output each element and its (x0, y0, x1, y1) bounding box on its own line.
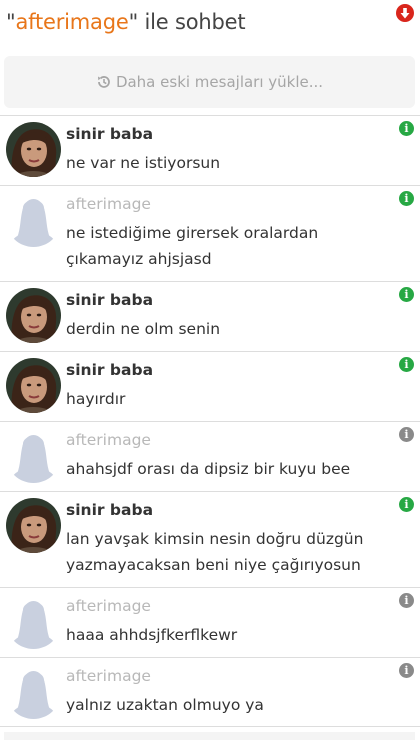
message-text: ne istediğime girersek oralardan çıkamay… (66, 224, 319, 268)
info-icon[interactable]: i (399, 593, 414, 608)
chat-header: "afterimage" ile sohbet (0, 0, 420, 50)
message-text: yalnız uzaktan olmuyo ya (66, 696, 264, 714)
title-suffix: ile sohbet (138, 10, 246, 34)
message-composer-edge (4, 732, 415, 740)
scroll-down-button[interactable] (396, 4, 414, 22)
partner-username-link[interactable]: afterimage (15, 10, 128, 34)
info-icon[interactable]: i (399, 121, 414, 136)
info-icon[interactable]: i (399, 663, 414, 678)
load-older-label: Daha eski mesajları yükle... (115, 73, 324, 91)
page-title: "afterimage" ile sohbet (6, 10, 246, 34)
message-text: haaa ahhdsjfkerflkewr (66, 626, 238, 644)
title-quote-close: " (128, 10, 139, 34)
default-avatar-icon[interactable] (6, 192, 61, 247)
message-username[interactable]: afterimage (66, 597, 151, 615)
message-row: afterimage ne istediğime girersek oralard… (0, 185, 420, 281)
message-username[interactable]: afterimage (66, 195, 151, 213)
avatar[interactable] (6, 358, 61, 413)
load-older-messages-button[interactable]: Daha eski mesajları yükle... (4, 56, 415, 108)
message-row: afterimage ahahsjdf orası da dipsiz bir k… (0, 421, 420, 491)
info-icon[interactable]: i (399, 497, 414, 512)
message-username[interactable]: sinir baba (66, 361, 153, 379)
message-text: derdin ne olm senin (66, 320, 221, 338)
message-text: ne var ne istiyorsun (66, 154, 221, 172)
message-username[interactable]: afterimage (66, 431, 151, 449)
info-icon[interactable]: i (399, 427, 414, 442)
message-row: sinir baba ne var ne istiyorsun i (0, 115, 420, 185)
message-row: sinir baba derdin ne olm senin i (0, 281, 420, 351)
message-row: afterimage haaa ahhdsjfkerflkewr i (0, 587, 420, 657)
message-username[interactable]: afterimage (66, 667, 151, 685)
default-avatar-icon[interactable] (6, 664, 61, 719)
info-icon[interactable]: i (399, 191, 414, 206)
info-icon[interactable]: i (399, 357, 414, 372)
avatar[interactable] (6, 288, 61, 343)
default-avatar-icon[interactable] (6, 428, 61, 483)
message-username[interactable]: sinir baba (66, 291, 153, 309)
history-icon (97, 76, 110, 88)
avatar[interactable] (6, 122, 61, 177)
avatar[interactable] (6, 498, 61, 553)
message-row: sinir baba lan yavşak kimsin nesin doğru … (0, 491, 420, 587)
info-icon[interactable]: i (399, 287, 414, 302)
message-list: sinir baba ne var ne istiyorsun i afterima… (0, 115, 420, 727)
message-username[interactable]: sinir baba (66, 501, 153, 519)
message-username[interactable]: sinir baba (66, 125, 153, 143)
message-row: sinir baba hayırdır i (0, 351, 420, 421)
default-avatar-icon[interactable] (6, 594, 61, 649)
arrow-down-circle-icon (400, 7, 410, 18)
message-text: hayırdır (66, 390, 126, 408)
message-text: lan yavşak kimsin nesin doğru düzgün yaz… (66, 530, 364, 574)
message-row: afterimage yalnız uzaktan olmuyo ya i (0, 657, 420, 727)
message-text: ahahsjdf orası da dipsiz bir kuyu bee (66, 460, 351, 478)
